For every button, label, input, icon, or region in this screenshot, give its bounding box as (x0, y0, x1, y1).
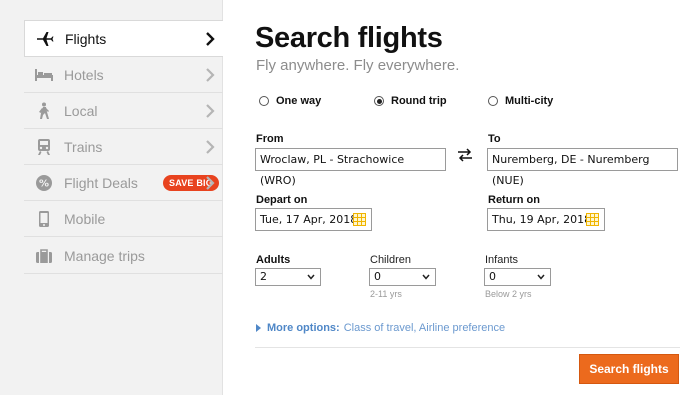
sidebar-item-trains[interactable]: Trains (24, 129, 223, 165)
svg-text:%: % (39, 179, 49, 190)
infants-label: Infants (485, 254, 519, 266)
sidebar-item-flight-deals[interactable]: % Flight Deals SAVE BIG (24, 165, 223, 201)
page-title: Search flights (255, 22, 443, 54)
calendar-icon[interactable] (586, 213, 599, 226)
return-date-value: Thu, 19 Apr, 2018 (492, 213, 592, 226)
trip-type-round-trip-radio[interactable]: Round trip (374, 95, 447, 107)
return-date-input[interactable]: Thu, 19 Apr, 2018 (487, 208, 605, 231)
sidebar-item-hotels[interactable]: Hotels (24, 57, 223, 93)
sidebar-item-label: Hotels (64, 66, 104, 83)
divider (255, 347, 680, 348)
children-select-value: 0 (374, 270, 381, 283)
depart-label: Depart on (256, 194, 308, 206)
radio-indicator (488, 96, 498, 106)
sidebar-item-manage-trips[interactable]: Manage trips (24, 238, 223, 274)
chevron-down-icon (307, 274, 315, 280)
trip-type-multi-city-radio[interactable]: Multi-city (488, 95, 553, 107)
sidebar-item-local[interactable]: Local (24, 93, 223, 129)
sidebar-nav: Flights Hotels Local Trains % Flight Dea… (0, 0, 223, 395)
sidebar-item-label: Mobile (64, 210, 106, 227)
more-options-link[interactable]: More options: Class of travel, Airline p… (256, 322, 505, 334)
hiker-icon (34, 102, 54, 120)
chevron-down-icon (422, 274, 430, 280)
return-label: Return on (488, 194, 540, 206)
adults-select-value: 2 (260, 270, 267, 283)
children-select[interactable]: 0 (369, 268, 436, 286)
caret-right-icon (256, 324, 261, 332)
chevron-right-icon (206, 176, 215, 190)
mobile-phone-icon (34, 210, 54, 228)
radio-indicator (374, 96, 384, 106)
sidebar-item-label: Manage trips (64, 247, 145, 264)
sidebar-item-label: Trains (64, 138, 103, 155)
page-subtitle: Fly anywhere. Fly everywhere. (256, 57, 460, 74)
chevron-right-icon (206, 32, 215, 46)
sidebar-item-mobile[interactable]: Mobile (24, 201, 223, 237)
chevron-right-icon (206, 140, 215, 154)
bed-icon (34, 66, 54, 84)
swap-arrows-icon[interactable] (457, 148, 473, 162)
depart-date-value: Tue, 17 Apr, 2018 (260, 213, 358, 226)
infants-select[interactable]: 0 (484, 268, 551, 286)
children-age-hint: 2-11 yrs (370, 289, 402, 299)
train-icon (34, 138, 54, 156)
sidebar-item-label: Flight Deals (64, 174, 138, 191)
sidebar-item-label: Flights (65, 30, 107, 47)
infants-select-value: 0 (489, 270, 496, 283)
more-options-label: More options: (267, 322, 340, 334)
depart-date-input[interactable]: Tue, 17 Apr, 2018 (255, 208, 372, 231)
infants-age-hint: Below 2 yrs (485, 289, 532, 299)
percent-badge-icon: % (34, 174, 54, 192)
search-flights-button[interactable]: Search flights (579, 354, 679, 384)
more-options-detail: Class of travel, Airline preference (343, 322, 506, 334)
radio-label: Multi-city (505, 95, 554, 107)
radio-indicator (259, 96, 269, 106)
to-label: To (488, 133, 501, 145)
adults-label: Adults (256, 254, 291, 266)
to-input[interactable]: Nuremberg, DE - Nuremberg (NUE) (487, 148, 678, 187)
adults-select[interactable]: 2 (255, 268, 321, 286)
children-label: Children (370, 254, 411, 266)
radio-label: Round trip (391, 95, 447, 107)
chevron-right-icon (206, 104, 215, 118)
from-input[interactable]: Wroclaw, PL - Strachowice (WRO) (255, 148, 446, 187)
search-panel: Search flights Fly anywhere. Fly everywh… (223, 0, 700, 395)
radio-label: One way (276, 95, 322, 107)
from-label: From (256, 133, 284, 145)
calendar-icon[interactable] (353, 213, 366, 226)
chevron-right-icon (206, 68, 215, 82)
briefcase-icon (34, 247, 54, 265)
sidebar-item-label: Local (64, 102, 98, 119)
chevron-down-icon (537, 274, 545, 280)
sidebar-item-flights[interactable]: Flights (24, 20, 223, 57)
airplane-icon (35, 30, 55, 48)
trip-type-one-way-radio[interactable]: One way (259, 95, 321, 107)
